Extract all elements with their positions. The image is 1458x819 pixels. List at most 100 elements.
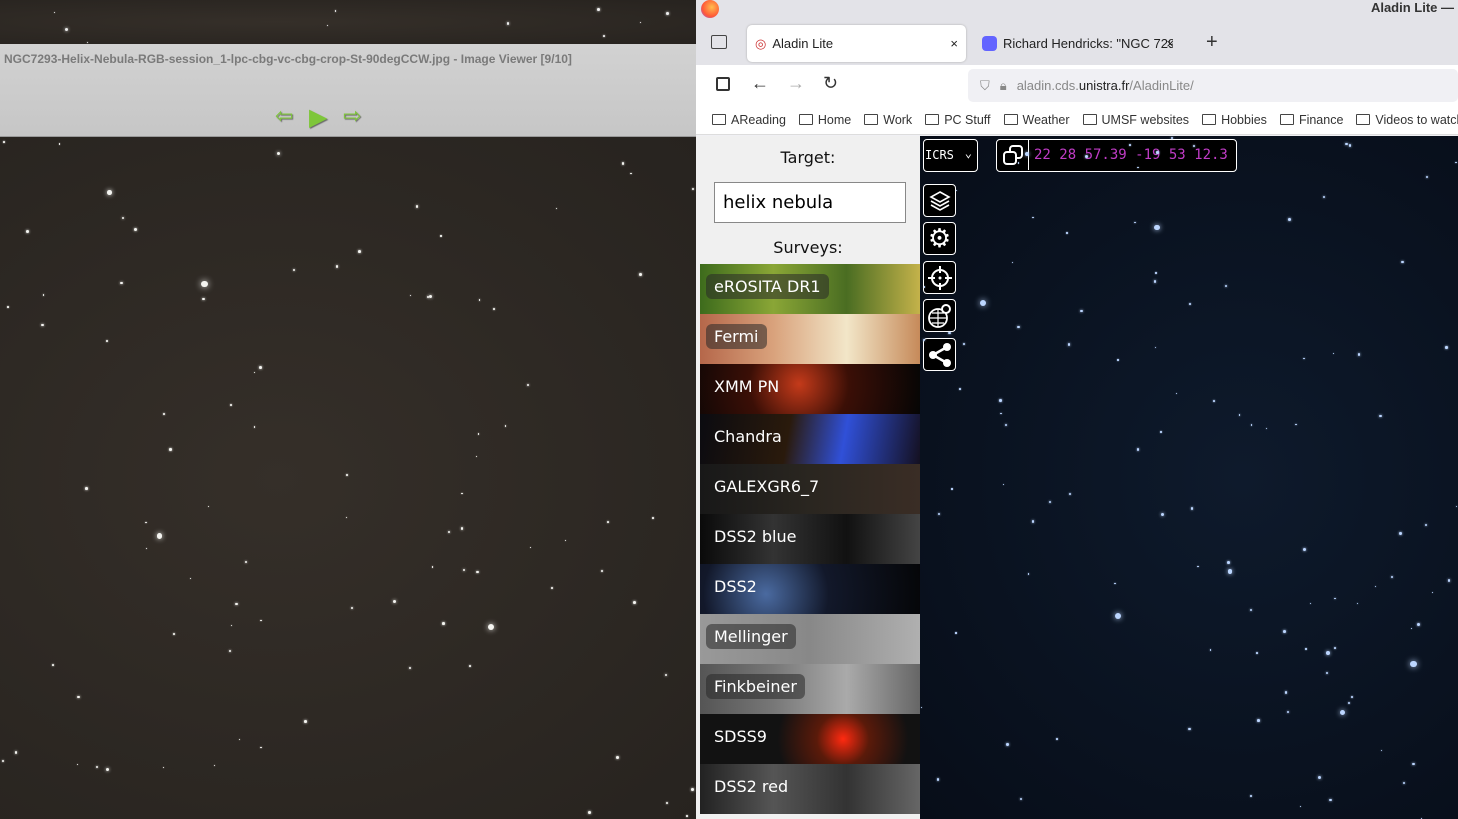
star (565, 540, 567, 542)
star (1309, 602, 1311, 604)
survey-item[interactable]: DSS2 blue (700, 514, 920, 564)
star (358, 249, 362, 253)
forward-button[interactable]: → (787, 73, 805, 94)
star (1305, 648, 1307, 650)
star (959, 388, 961, 390)
star (1334, 597, 1337, 600)
browser-window: Aladin Lite — ◎ Aladin Lite × Richard He… (696, 0, 1458, 819)
aladin-sky-view[interactable]: ICRS ⌄ 22 28 57.39 -19 53 12.3 ⚙ (920, 136, 1458, 819)
star (606, 521, 609, 524)
url-bar[interactable]: ⛉ 🔒︎ aladin.cds.unistra.fr/AladinLite/ (968, 69, 1458, 102)
star (42, 293, 45, 296)
star (1286, 710, 1290, 713)
firefox-icon (701, 0, 719, 18)
recenter-button[interactable] (923, 261, 956, 294)
bookmark-item[interactable]: Finance (1280, 113, 1343, 127)
share-button[interactable] (923, 338, 956, 371)
star (1447, 578, 1451, 582)
projection-button[interactable] (923, 299, 956, 332)
survey-item[interactable]: eROSITA DR1 (700, 264, 920, 314)
star (600, 570, 603, 573)
bookmark-item[interactable]: PC Stuff (925, 113, 990, 127)
window-title: Aladin Lite — (1370, 0, 1454, 15)
frame-select[interactable]: ICRS ⌄ (923, 139, 978, 172)
star (106, 768, 110, 772)
new-tab-button[interactable]: + (1206, 31, 1218, 54)
star (334, 9, 337, 12)
star (1000, 412, 1002, 415)
star (1250, 608, 1253, 611)
star (1455, 161, 1457, 164)
star (665, 12, 669, 15)
slideshow-play-button[interactable]: ▶ (309, 105, 327, 129)
tab-mastodon[interactable]: Richard Hendricks: "NGC 7293 × (974, 25, 1186, 62)
target-input[interactable] (714, 182, 906, 223)
star (1032, 216, 1034, 219)
bookmark-item[interactable]: AReading (712, 113, 786, 127)
layers-button[interactable] (923, 184, 956, 217)
chevron-down-icon: ⌄ (964, 146, 972, 160)
survey-item[interactable]: Fermi (700, 314, 920, 364)
survey-item[interactable]: Mellinger (700, 614, 920, 664)
close-tab-button[interactable]: × (1166, 36, 1174, 51)
bookmark-item[interactable]: Hobbies (1202, 113, 1267, 127)
star (923, 286, 926, 288)
star (431, 566, 433, 568)
survey-label: eROSITA DR1 (706, 274, 829, 299)
star (76, 763, 78, 765)
tab-aladin-lite[interactable]: ◎ Aladin Lite × (747, 25, 966, 62)
shield-icon[interactable]: ⛉ (980, 78, 990, 94)
close-tab-button[interactable]: × (950, 36, 958, 51)
settings-button[interactable]: ⚙ (923, 222, 956, 255)
star (2, 141, 5, 143)
url-path: /AladinLite/ (1129, 78, 1194, 93)
coordinates-box[interactable]: 22 28 57.39 -19 53 12.3 (996, 139, 1237, 172)
star (120, 281, 124, 285)
reload-button[interactable]: ↻ (823, 73, 838, 94)
star (936, 778, 940, 781)
star (1348, 702, 1351, 704)
star (169, 448, 172, 451)
star (504, 425, 507, 427)
star (1209, 648, 1212, 651)
survey-label: Chandra (714, 427, 782, 446)
star (25, 229, 29, 233)
star (1302, 548, 1306, 552)
gear-icon: ⚙ (927, 223, 952, 254)
survey-item[interactable]: DSS2 (700, 564, 920, 614)
back-button[interactable]: ← (751, 73, 769, 94)
bookmark-item[interactable]: Videos to watch (1356, 113, 1458, 127)
star (1170, 136, 1173, 140)
star (77, 695, 81, 699)
star (526, 384, 529, 387)
previous-image-button[interactable]: ⇦ (275, 106, 293, 128)
survey-label: DSS2 (714, 577, 757, 596)
tab-strip: ◎ Aladin Lite × Richard Hendricks: "NGC … (696, 21, 1458, 65)
tab-overview-icon[interactable] (711, 35, 727, 49)
star (597, 8, 601, 12)
survey-item[interactable]: GALEXGR6_7 (700, 464, 920, 514)
browser-titlebar: Aladin Lite — (696, 0, 1458, 21)
survey-item[interactable]: DSS2 red (700, 764, 920, 814)
bookmark-item[interactable]: Weather (1004, 113, 1070, 127)
star (1345, 142, 1348, 145)
bookmark-item[interactable]: Home (799, 113, 851, 127)
star (476, 570, 479, 573)
star (639, 22, 642, 24)
lock-icon[interactable]: 🔒︎ (1000, 78, 1007, 94)
star (602, 34, 605, 37)
survey-item[interactable]: SDSS9 (700, 714, 920, 764)
star (1006, 743, 1009, 746)
star (951, 488, 953, 490)
star (1424, 524, 1427, 527)
bookmark-item[interactable]: UMSF websites (1083, 113, 1190, 127)
survey-item[interactable]: XMM PN (700, 364, 920, 414)
survey-item[interactable]: Finkbeiner (700, 664, 920, 714)
star (1213, 400, 1215, 403)
sidebar-toggle-icon[interactable] (716, 77, 730, 91)
bookmark-item[interactable]: Work (864, 113, 912, 127)
star (1425, 176, 1429, 179)
copy-icon[interactable] (997, 140, 1029, 170)
survey-item[interactable]: Chandra (700, 414, 920, 464)
next-image-button[interactable]: ⇨ (343, 106, 361, 128)
